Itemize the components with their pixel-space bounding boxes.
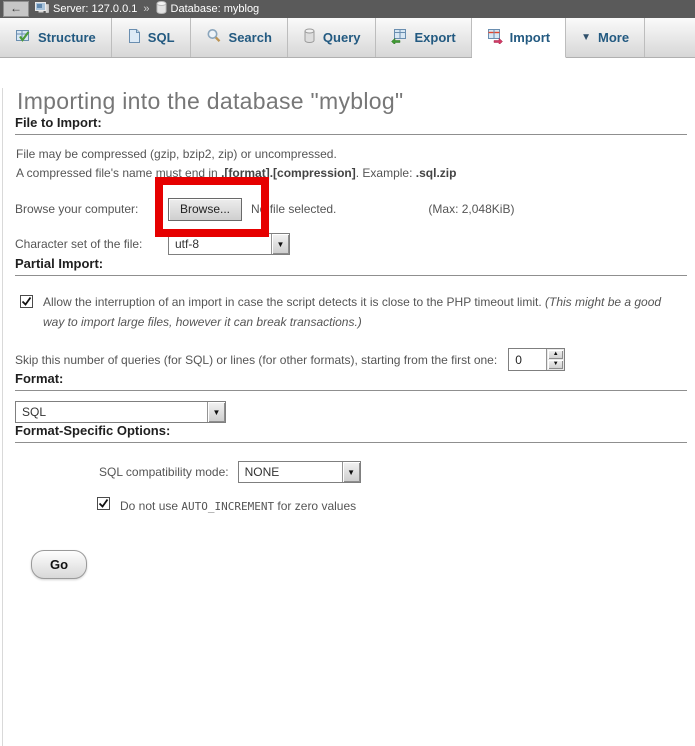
autoinc-code: AUTO_INCREMENT [181,500,274,513]
browse-row: Browse your computer: Browse... No file … [15,195,695,223]
skip-queries-spinner[interactable]: 0 ▲ ▼ [508,348,565,371]
spinner-buttons: ▲ ▼ [546,349,564,370]
tab-query-label: Query [323,30,361,45]
allow-interrupt-row: Allow the interruption of an import in c… [20,292,675,332]
max-upload-size: (Max: 2,048KiB) [428,202,514,216]
main-content: Importing into the database "myblog" Fil… [2,88,695,746]
spinner-down-icon[interactable]: ▼ [548,360,563,369]
checkmark-icon [21,296,32,307]
section-title-file-to-import: File to Import: [15,115,687,135]
tab-import-label: Import [510,30,550,45]
checkmark-icon [98,498,109,509]
tab-more-label: More [598,30,629,45]
sql-compat-row: SQL compatibility mode: NONE ▼ [99,461,695,483]
format-select-value: SQL [22,405,46,419]
structure-icon [15,28,31,47]
server-icon [35,1,49,17]
section-title-format-options: Format-Specific Options: [15,423,687,443]
compression-note: File may be compressed (gzip, bzip2, zip… [16,146,695,162]
section-title-partial-import: Partial Import: [15,256,687,276]
dropdown-arrow-icon[interactable]: ▼ [207,402,225,422]
tab-bar: Structure SQL Search Query Export Import… [0,18,695,58]
skip-queries-value: 0 [509,349,546,370]
tab-search-label: Search [229,30,272,45]
allow-interrupt-checkbox[interactable] [20,295,33,308]
charset-row: Character set of the file: utf-8 ▼ [15,232,695,256]
breadcrumb-server[interactable]: Server: 127.0.0.1 [35,1,137,17]
skip-queries-row: Skip this number of queries (for SQL) or… [15,348,695,371]
breadcrumb-server-label: Server: 127.0.0.1 [53,3,137,15]
sql-compat-value: NONE [245,465,280,479]
autoinc-label: Do not use AUTO_INCREMENT for zero value… [120,496,356,517]
autoinc-checkbox[interactable] [97,497,110,510]
tab-export[interactable]: Export [376,18,471,57]
no-file-selected-text: No file selected. [251,202,336,216]
tab-structure-label: Structure [38,30,96,45]
tab-export-label: Export [414,30,455,45]
tab-import[interactable]: Import [472,18,566,58]
search-icon [206,28,222,47]
browse-button[interactable]: Browse... [168,198,242,221]
tab-query[interactable]: Query [288,18,377,57]
query-icon [303,28,316,47]
breadcrumb-database-label: Database: myblog [171,3,260,15]
section-title-format: Format: [15,371,687,391]
browse-label: Browse your computer: [15,202,168,216]
spinner-up-icon[interactable]: ▲ [548,350,563,359]
sql-compat-label: SQL compatibility mode: [99,465,229,479]
tab-sql-label: SQL [148,30,175,45]
filename-format-hint: .[format].[compression] [221,166,356,180]
format-select[interactable]: SQL ▼ [15,401,226,423]
filename-example: .sql.zip [416,166,457,180]
chevron-down-icon: ▼ [581,32,591,43]
allow-interrupt-label: Allow the interruption of an import in c… [43,292,675,332]
top-breadcrumb-bar: ← Server: 127.0.0.1 » Database: myblog [0,0,695,18]
dropdown-arrow-icon[interactable]: ▼ [271,234,289,254]
back-button[interactable]: ← [3,1,29,17]
breadcrumb-database[interactable]: Database: myblog [156,1,260,17]
charset-select[interactable]: utf-8 ▼ [168,233,290,255]
page-title: Importing into the database "myblog" [17,88,695,115]
skip-queries-label: Skip this number of queries (for SQL) or… [15,353,497,367]
sql-compat-select[interactable]: NONE ▼ [238,461,361,483]
tab-sql[interactable]: SQL [112,18,191,57]
import-icon [487,28,503,47]
charset-label: Character set of the file: [15,237,168,251]
tab-search[interactable]: Search [191,18,288,57]
go-button[interactable]: Go [31,550,87,579]
breadcrumb-separator: » [143,3,149,15]
filename-note: A compressed file's name must end in .[f… [16,165,695,181]
autoinc-row: Do not use AUTO_INCREMENT for zero value… [97,496,695,517]
tab-structure[interactable]: Structure [0,18,112,57]
export-icon [391,28,407,47]
charset-select-value: utf-8 [175,237,199,251]
sql-icon [127,28,141,47]
database-icon [156,1,167,17]
tab-more[interactable]: ▼ More [566,18,645,57]
dropdown-arrow-icon[interactable]: ▼ [342,462,360,482]
